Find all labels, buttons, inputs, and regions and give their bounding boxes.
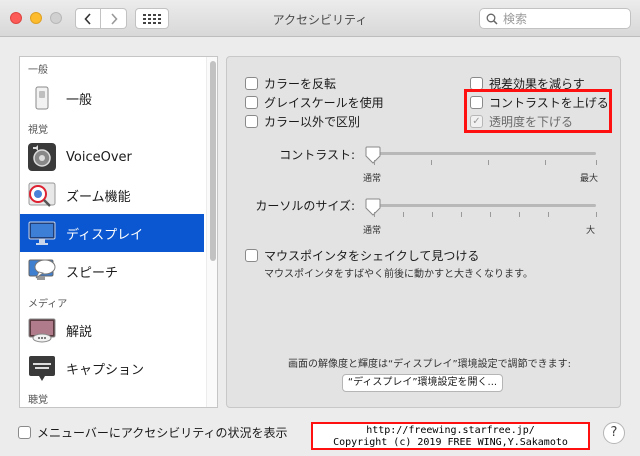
slider-tick (432, 212, 433, 217)
captions-icon (29, 356, 55, 381)
credit-watermark: http://freewing.starfree.jp/ Copyright (… (311, 422, 590, 450)
voiceover-icon (28, 143, 56, 171)
sidebar-item-label: ズーム機能 (66, 189, 131, 205)
section-media: メディア (28, 299, 68, 310)
checkbox-box[interactable] (245, 115, 258, 128)
checkbox-box[interactable] (18, 426, 31, 439)
preferences-window: アクセシビリティ 検索 一般 一般 視覚 VoiceOver ズーム機能 ディス… (0, 0, 640, 456)
back-button[interactable] (75, 8, 101, 29)
slider-tick (431, 160, 432, 165)
slider-tick (596, 212, 597, 217)
zoom-icon (28, 182, 56, 207)
chevron-right-icon (110, 12, 118, 25)
chevron-left-icon (84, 12, 91, 25)
checkbox-label: メニューバーにアクセシビリティの状況を表示 (37, 426, 288, 440)
display-icon (28, 221, 56, 245)
sidebar-item-speech[interactable]: スピーチ (20, 252, 204, 290)
contrast-slider-track[interactable] (366, 152, 596, 155)
section-hearing: 聴覚 (28, 395, 48, 406)
sidebar-item-display[interactable]: ディスプレイ (20, 214, 204, 252)
sidebar-item-label: スピーチ (66, 265, 119, 281)
checkbox-label: グレイスケールを使用 (264, 96, 384, 110)
slider-tick (488, 160, 489, 165)
section-general: 一般 (28, 65, 48, 76)
help-button[interactable]: ? (603, 422, 625, 444)
checkbox-label: カラーを反転 (264, 77, 337, 91)
cursor-size-max-label: 大 (586, 226, 596, 236)
descriptions-icon (28, 318, 56, 343)
credit-url: http://freewing.starfree.jp/ (366, 425, 535, 436)
slider-tick (461, 212, 462, 217)
zoom-window-button[interactable] (50, 12, 62, 24)
slider-tick (548, 212, 549, 217)
show-all-button[interactable] (135, 8, 169, 29)
sidebar-item-zoom[interactable]: ズーム機能 (20, 176, 204, 214)
invert-colors-checkbox[interactable]: カラーを反転 (245, 75, 336, 92)
sidebar-item-captions[interactable]: キャプション (20, 349, 204, 387)
sidebar-item-label: キャプション (66, 362, 145, 378)
speech-icon (28, 259, 56, 280)
scrollbar-thumb[interactable] (210, 61, 216, 261)
minimize-window-button[interactable] (30, 12, 42, 24)
forward-button[interactable] (101, 8, 127, 29)
checkbox-box[interactable] (245, 77, 258, 90)
open-display-prefs-button[interactable]: “ディスプレイ”環境設定を開く... (342, 374, 503, 392)
grayscale-checkbox[interactable]: グレイスケールを使用 (245, 94, 384, 111)
contrast-max-label: 最大 (580, 174, 599, 184)
credit-copyright: Copyright (c) 2019 FREE WING,Y.Sakamoto (333, 437, 568, 448)
slider-tick (545, 160, 546, 165)
cursor-size-slider-knob[interactable] (365, 198, 381, 216)
checkbox-label: マウスポインタをシェイクして見つける (264, 249, 480, 263)
sidebar-item-general[interactable]: 一般 (20, 79, 204, 117)
section-vision: 視覚 (28, 125, 48, 136)
sidebar-item-descriptions[interactable]: 解説 (20, 311, 204, 349)
slider-tick (596, 160, 597, 165)
sidebar[interactable]: 一般 一般 視覚 VoiceOver ズーム機能 ディスプレイ スピーチ メディ… (19, 56, 218, 408)
search-icon (486, 13, 498, 25)
contrast-slider-knob[interactable] (365, 146, 381, 164)
title-bar: アクセシビリティ 検索 (0, 0, 640, 37)
contrast-label: コントラスト: (279, 148, 355, 162)
sidebar-item-label: ディスプレイ (66, 227, 144, 243)
sidebar-item-label: VoiceOver (66, 149, 132, 165)
search-placeholder: 検索 (503, 12, 528, 26)
contrast-min-label: 通常 (363, 174, 382, 184)
differentiate-without-color-checkbox[interactable]: カラー以外で区別 (245, 113, 360, 130)
slider-tick (374, 212, 375, 217)
switch-icon (35, 86, 49, 110)
show-in-menubar-checkbox[interactable]: メニューバーにアクセシビリティの状況を表示 (18, 424, 288, 441)
grid-icon (143, 13, 161, 24)
sidebar-scrollbar[interactable] (206, 57, 217, 407)
checkbox-box[interactable] (245, 96, 258, 109)
highlight-annotation (464, 89, 612, 133)
slider-tick (519, 212, 520, 217)
shake-description: マウスポインタをすばやく前後に動かすと大きくなります。 (264, 269, 533, 280)
window-title: アクセシビリティ (272, 13, 368, 27)
sidebar-item-label: 一般 (66, 92, 93, 108)
display-prefs-note: 画面の解像度と輝度は“ディスプレイ”環境設定で調節できます: (288, 359, 572, 370)
slider-tick (403, 212, 404, 217)
cursor-size-slider-track[interactable] (366, 204, 596, 207)
search-field[interactable]: 検索 (479, 8, 631, 29)
sidebar-item-voiceover[interactable]: VoiceOver (20, 138, 204, 176)
checkbox-label: カラー以外で区別 (264, 115, 361, 129)
cursor-size-min-label: 通常 (363, 226, 382, 236)
slider-tick (374, 160, 375, 165)
close-window-button[interactable] (10, 12, 22, 24)
shake-to-locate-checkbox[interactable]: マウスポインタをシェイクして見つける (245, 247, 479, 264)
checkbox-box[interactable] (245, 249, 258, 262)
slider-tick (490, 212, 491, 217)
sidebar-item-label: 解説 (66, 324, 93, 340)
cursor-size-label: カーソルのサイズ: (255, 199, 355, 213)
